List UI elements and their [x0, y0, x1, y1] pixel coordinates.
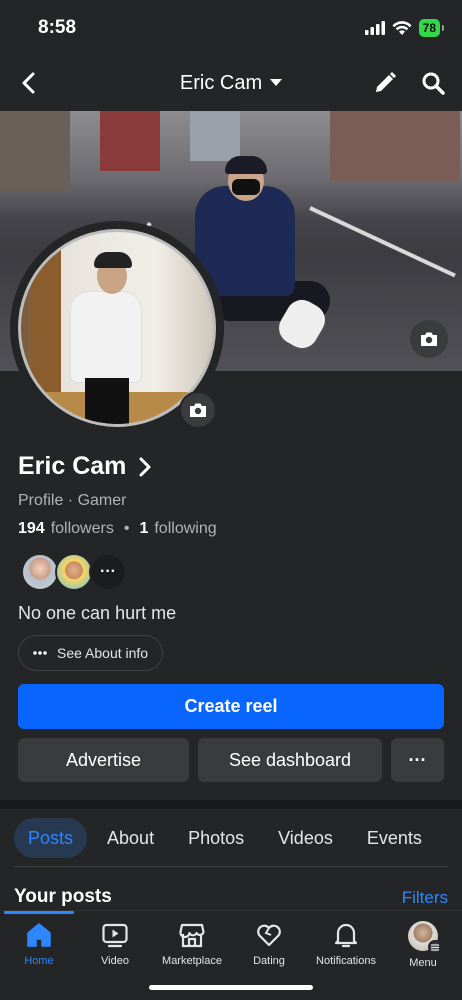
- more-options-button[interactable]: ···: [391, 738, 444, 782]
- following-count[interactable]: 1: [139, 520, 148, 538]
- friends-more-button[interactable]: ···: [89, 553, 127, 591]
- cover-building: [0, 111, 70, 191]
- your-posts-heading: Your posts: [14, 886, 112, 907]
- bell-icon: [334, 923, 358, 948]
- back-button[interactable]: [14, 68, 44, 98]
- following-label[interactable]: following: [154, 520, 216, 538]
- signal-icon: [364, 21, 385, 35]
- photo-person: [71, 292, 141, 382]
- wifi-icon: [392, 20, 412, 35]
- tab-photos[interactable]: Photos: [174, 818, 258, 858]
- status-bar: 8:58 78: [0, 0, 462, 56]
- menu-avatar: [408, 921, 442, 954]
- search-button[interactable]: [418, 68, 448, 98]
- advertise-button[interactable]: Advertise: [18, 738, 189, 782]
- profile-tabs: Posts About Photos Videos Events: [14, 818, 442, 858]
- nav-home[interactable]: Home: [0, 921, 78, 967]
- tab-about[interactable]: About: [93, 818, 168, 858]
- tab-videos[interactable]: Videos: [264, 818, 347, 858]
- filters-link[interactable]: Filters: [402, 888, 448, 908]
- cover-building: [190, 111, 240, 161]
- battery-icon: 78: [418, 19, 445, 37]
- status-indicators: 78: [364, 19, 445, 37]
- camera-icon: [421, 332, 437, 346]
- tab-posts[interactable]: Posts: [14, 818, 88, 858]
- follow-stats: 194 followers • 1 following: [18, 520, 217, 538]
- cover-building: [100, 111, 160, 171]
- video-icon: [102, 923, 128, 948]
- nav-dating-label: Dating: [253, 955, 285, 967]
- cover-building: [330, 111, 460, 181]
- search-icon: [422, 72, 445, 95]
- dating-icon: [257, 924, 281, 947]
- friend-avatar[interactable]: [21, 553, 59, 591]
- see-dashboard-button[interactable]: See dashboard: [198, 738, 382, 782]
- nav-notifications[interactable]: Notifications: [307, 921, 385, 967]
- photo-person: [85, 378, 129, 424]
- friend-avatar[interactable]: [55, 553, 93, 591]
- nav-menu-label: Menu: [409, 957, 437, 969]
- nav-notifications-label: Notifications: [316, 955, 376, 967]
- nav-video[interactable]: Video: [76, 921, 154, 967]
- nav-marketplace-label: Marketplace: [162, 955, 222, 967]
- friends-avatars[interactable]: ···: [21, 553, 127, 591]
- nav-dating[interactable]: Dating: [230, 921, 308, 967]
- section-divider: [0, 800, 462, 809]
- header-title-dropdown[interactable]: Eric Cam: [179, 71, 283, 95]
- camera-icon: [190, 403, 206, 417]
- tabs-divider: [14, 866, 448, 867]
- chevron-left-icon: [22, 72, 35, 94]
- home-icon: [27, 923, 51, 947]
- nav-menu[interactable]: Menu: [384, 921, 462, 969]
- profile-bio: No one can hurt me: [18, 603, 177, 623]
- home-indicator: [149, 985, 313, 990]
- followers-label[interactable]: followers: [51, 520, 114, 538]
- cover-person: [225, 156, 267, 174]
- see-about-info-label: See About info: [57, 645, 149, 661]
- marketplace-icon: [179, 923, 205, 948]
- see-about-info-button[interactable]: See About info: [18, 635, 164, 671]
- header-title: Eric Cam: [179, 71, 263, 94]
- photo-person: [94, 252, 132, 268]
- followers-count[interactable]: 194: [18, 520, 45, 538]
- caret-down-icon: [270, 79, 283, 86]
- profile-subtitle: Profile · Gamer: [18, 492, 127, 509]
- nav-video-label: Video: [101, 955, 129, 967]
- profile-name: Eric Cam: [18, 452, 127, 480]
- cover-person: [232, 179, 260, 195]
- tab-events[interactable]: Events: [353, 818, 436, 858]
- profile-header: Eric Cam: [0, 58, 462, 108]
- stats-separator: •: [123, 520, 130, 537]
- pencil-icon: [376, 72, 396, 92]
- profile-camera-button[interactable]: [179, 391, 217, 429]
- profile-name-link[interactable]: Eric Cam: [18, 452, 152, 481]
- more-horizontal-icon: [33, 651, 47, 655]
- cover-camera-button[interactable]: [410, 320, 448, 358]
- nav-marketplace[interactable]: Marketplace: [153, 921, 231, 967]
- cover-street-line: [309, 206, 456, 278]
- status-time: 8:58: [38, 17, 77, 38]
- create-reel-button[interactable]: Create reel: [18, 684, 444, 729]
- edit-button[interactable]: [370, 68, 400, 98]
- nav-home-label: Home: [24, 955, 54, 967]
- chevron-right-icon: [139, 457, 151, 476]
- menu-icon: [428, 940, 442, 954]
- active-tab-indicator: [4, 911, 74, 914]
